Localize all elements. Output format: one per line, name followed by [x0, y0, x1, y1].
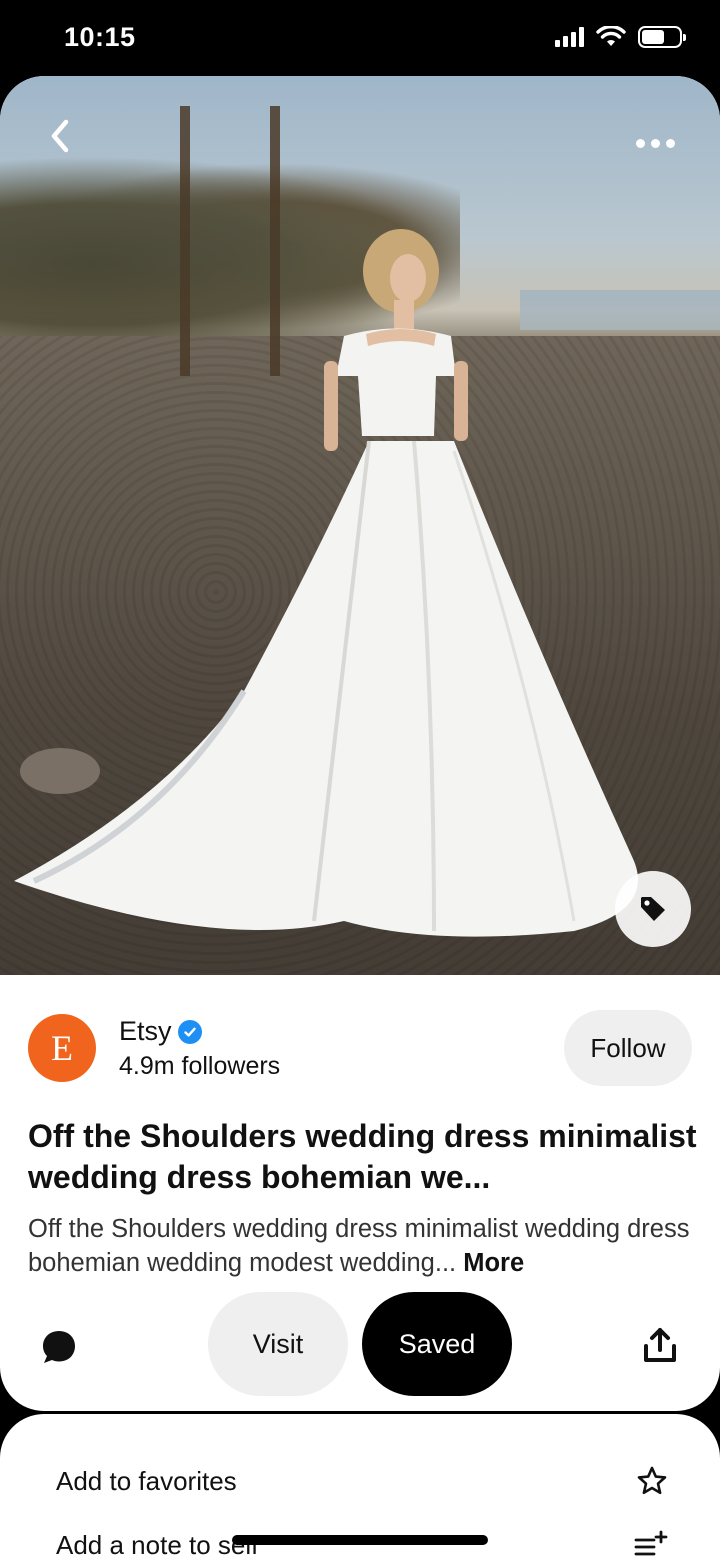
comment-icon: [43, 1331, 75, 1363]
photo-model: [324, 229, 468, 451]
creator-name-wrap[interactable]: Etsy: [119, 1016, 202, 1047]
photo-sea: [520, 290, 720, 330]
action-bar: Visit Saved: [0, 1292, 720, 1398]
shop-tag-button[interactable]: [615, 871, 691, 947]
share-button[interactable]: [640, 1326, 680, 1366]
pin-title: Off the Shoulders wedding dress minimali…: [28, 1118, 697, 1195]
option-label: Add to favorites: [56, 1465, 237, 1496]
comment-button[interactable]: [40, 1328, 78, 1366]
more-options-button[interactable]: [630, 128, 680, 158]
back-button[interactable]: [40, 116, 80, 156]
option-add-to-favorites[interactable]: Add to favorites: [56, 1456, 668, 1506]
status-time: 10:15: [64, 22, 136, 52]
battery-icon: [638, 26, 686, 48]
verified-check-icon: [177, 1019, 202, 1044]
wifi-icon: [596, 26, 626, 46]
creator-avatar[interactable]: E: [28, 1014, 96, 1082]
follow-button[interactable]: Follow: [564, 1010, 692, 1086]
saved-button[interactable]: Saved: [362, 1292, 512, 1396]
share-icon: [644, 1328, 676, 1362]
home-indicator: [232, 1535, 488, 1545]
photo-dress: [14, 441, 638, 937]
status-bar: 10:15: [0, 0, 720, 78]
creator-row: E Etsy 4.9m followers Follow: [28, 1010, 692, 1090]
chevron-left-icon: [51, 119, 69, 153]
pin-description: Off the Shoulders wedding dress minimali…: [28, 1212, 698, 1280]
signal-icon: [555, 27, 584, 47]
pin-description-text: Off the Shoulders wedding dress minimali…: [28, 1215, 690, 1277]
status-icons: [555, 26, 686, 48]
visit-button[interactable]: Visit: [208, 1292, 348, 1396]
option-label: Add a note to self: [56, 1529, 259, 1557]
pin-card: E Etsy 4.9m followers Follow Off the Sho…: [0, 76, 720, 1411]
star-icon: [637, 1466, 667, 1495]
more-dots-icon: [635, 138, 645, 148]
creator-followers: 4.9m followers: [119, 1052, 281, 1080]
add-note-icon: [634, 1530, 668, 1556]
tag-icon: [641, 897, 665, 921]
pin-image[interactable]: [0, 76, 720, 975]
more-link[interactable]: More: [463, 1249, 524, 1277]
creator-name: Etsy: [119, 1016, 172, 1046]
photo-tower: [180, 106, 280, 376]
